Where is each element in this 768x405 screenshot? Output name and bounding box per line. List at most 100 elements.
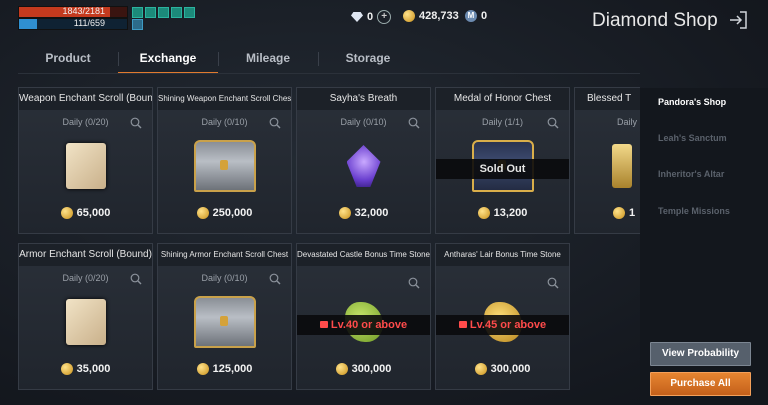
adena-coin-icon <box>60 207 73 219</box>
item-image <box>158 130 291 202</box>
buff-icon[interactable] <box>171 7 182 18</box>
buff-icon[interactable] <box>145 7 156 18</box>
sold-out-badge: Sold Out <box>436 159 569 179</box>
diamond-currency: 0 + <box>351 10 392 24</box>
shop-item-card[interactable]: Weapon Enchant Scroll (Bound) Daily (0/2… <box>18 87 153 234</box>
item-price: 300,000 <box>436 363 569 375</box>
buff-icon[interactable] <box>132 7 143 18</box>
item-price: 1 <box>575 207 640 219</box>
item-price: 125,000 <box>158 363 291 375</box>
shop-item-card[interactable]: Shining Weapon Enchant Scroll Chest Dail… <box>157 87 292 234</box>
side-item-pandoras-shop[interactable]: Pandora's Shop <box>658 97 726 107</box>
tab-underline <box>18 73 640 74</box>
shop-item-card[interactable]: Medal of Honor Chest Daily (1/1) Sold Ou… <box>435 87 570 234</box>
adena-coin-icon <box>335 363 348 375</box>
adena-coin-icon <box>338 207 351 219</box>
diamond-icon <box>351 12 363 22</box>
shop-item-card[interactable]: Armor Enchant Scroll (Bound) Daily (0/20… <box>18 243 153 390</box>
hp-bar: 1843/2181 <box>18 6 128 18</box>
mileage-coin-icon: M <box>465 10 477 22</box>
item-price: 250,000 <box>158 207 291 219</box>
item-name: Weapon Enchant Scroll (Bound) <box>19 88 152 110</box>
buff-icon[interactable] <box>158 7 169 18</box>
level-requirement: Lv.45 or above <box>469 319 547 331</box>
hp-text: 1843/2181 <box>62 6 105 16</box>
tab-product[interactable]: Product <box>18 44 118 74</box>
tab-divider <box>318 52 319 66</box>
mileage-currency: M 0 <box>465 10 487 22</box>
exit-icon[interactable] <box>728 10 748 30</box>
mp-text: 111/659 <box>73 18 105 28</box>
view-probability-button[interactable]: View Probability <box>650 342 751 366</box>
page-title: Diamond Shop <box>592 10 718 31</box>
price-value: 125,000 <box>212 363 253 375</box>
buff-icons[interactable] <box>132 7 195 18</box>
item-price: 65,000 <box>19 207 152 219</box>
item-image <box>19 286 152 358</box>
item-image <box>19 130 152 202</box>
item-price: 300,000 <box>297 363 430 375</box>
item-image <box>297 130 430 202</box>
lock-icon <box>458 321 467 328</box>
adena-coin-icon <box>196 363 209 375</box>
shop-item-card[interactable]: Blessed T Daily 1 <box>574 87 640 234</box>
price-value: 1 <box>629 207 636 219</box>
tab-divider <box>118 52 119 66</box>
silver-chest-icon <box>193 140 256 192</box>
purchase-all-button[interactable]: Purchase All <box>650 372 751 396</box>
item-name: Medal of Honor Chest <box>436 88 569 110</box>
zoom-icon[interactable] <box>130 117 142 129</box>
item-name: Sayha's Breath <box>297 88 430 110</box>
side-item-inheritors-altar[interactable]: Inheritor's Altar <box>658 169 724 179</box>
adena-coin-icon <box>196 207 209 219</box>
mp-bar: 111/659 <box>18 18 128 30</box>
item-name: Blessed T <box>575 88 640 110</box>
side-item-temple-missions[interactable]: Temple Missions <box>658 206 730 216</box>
blessed-item-icon <box>612 144 632 188</box>
item-price: 13,200 <box>436 207 569 219</box>
adena-coin-icon <box>60 363 73 375</box>
adena-coin-icon <box>477 207 490 219</box>
purchase-limit: Daily <box>617 117 638 127</box>
item-name: Devastated Castle Bonus Time Stone <box>297 244 430 266</box>
item-image <box>158 286 291 358</box>
item-price: 32,000 <box>297 207 430 219</box>
lock-icon <box>319 321 328 328</box>
debuff-icons[interactable] <box>132 19 143 30</box>
zoom-icon[interactable] <box>408 117 420 129</box>
level-lock-badge: Lv.45 or above <box>436 315 569 335</box>
silver-chest-icon <box>193 296 256 348</box>
adena-coin-icon <box>474 363 487 375</box>
price-value: 35,000 <box>76 363 111 375</box>
purple-crystal-icon <box>346 145 381 187</box>
side-item-leahs-sanctum[interactable]: Leah's Sanctum <box>658 133 727 143</box>
shop-item-card[interactable]: Devastated Castle Bonus Time Stone Lv.40… <box>296 243 431 390</box>
price-value: 300,000 <box>490 363 531 375</box>
price-value: 300,000 <box>351 363 392 375</box>
mileage-amount: 0 <box>481 10 488 22</box>
tab-mileage[interactable]: Mileage <box>218 44 318 74</box>
shop-item-card[interactable]: Sayha's Breath Daily (0/10) 32,000 <box>296 87 431 234</box>
adena-coin-icon <box>403 10 415 22</box>
zoom-icon[interactable] <box>130 273 142 285</box>
price-value: 32,000 <box>354 207 389 219</box>
item-price: 35,000 <box>19 363 152 375</box>
shop-tabs: Product Exchange Mileage Storage <box>18 44 418 74</box>
shop-item-card[interactable]: Antharas' Lair Bonus Time Stone Lv.45 or… <box>435 243 570 390</box>
item-name: Shining Armor Enchant Scroll Chest <box>158 244 291 266</box>
price-value: 65,000 <box>76 207 111 219</box>
zoom-icon[interactable] <box>269 273 281 285</box>
price-value: 13,200 <box>493 207 528 219</box>
zoom-icon[interactable] <box>547 117 559 129</box>
buff-icon[interactable] <box>132 19 143 30</box>
add-diamonds-icon[interactable]: + <box>377 10 392 24</box>
buff-icon[interactable] <box>184 7 195 18</box>
shop-item-card[interactable]: Shining Armor Enchant Scroll Chest Daily… <box>157 243 292 390</box>
tab-storage[interactable]: Storage <box>318 44 418 74</box>
item-name: Antharas' Lair Bonus Time Stone <box>436 244 569 266</box>
adena-coin-icon <box>613 207 625 219</box>
zoom-icon[interactable] <box>269 117 281 129</box>
tab-exchange[interactable]: Exchange <box>118 44 218 74</box>
weapon-scroll-icon <box>65 143 106 189</box>
level-lock-badge: Lv.40 or above <box>297 315 430 335</box>
